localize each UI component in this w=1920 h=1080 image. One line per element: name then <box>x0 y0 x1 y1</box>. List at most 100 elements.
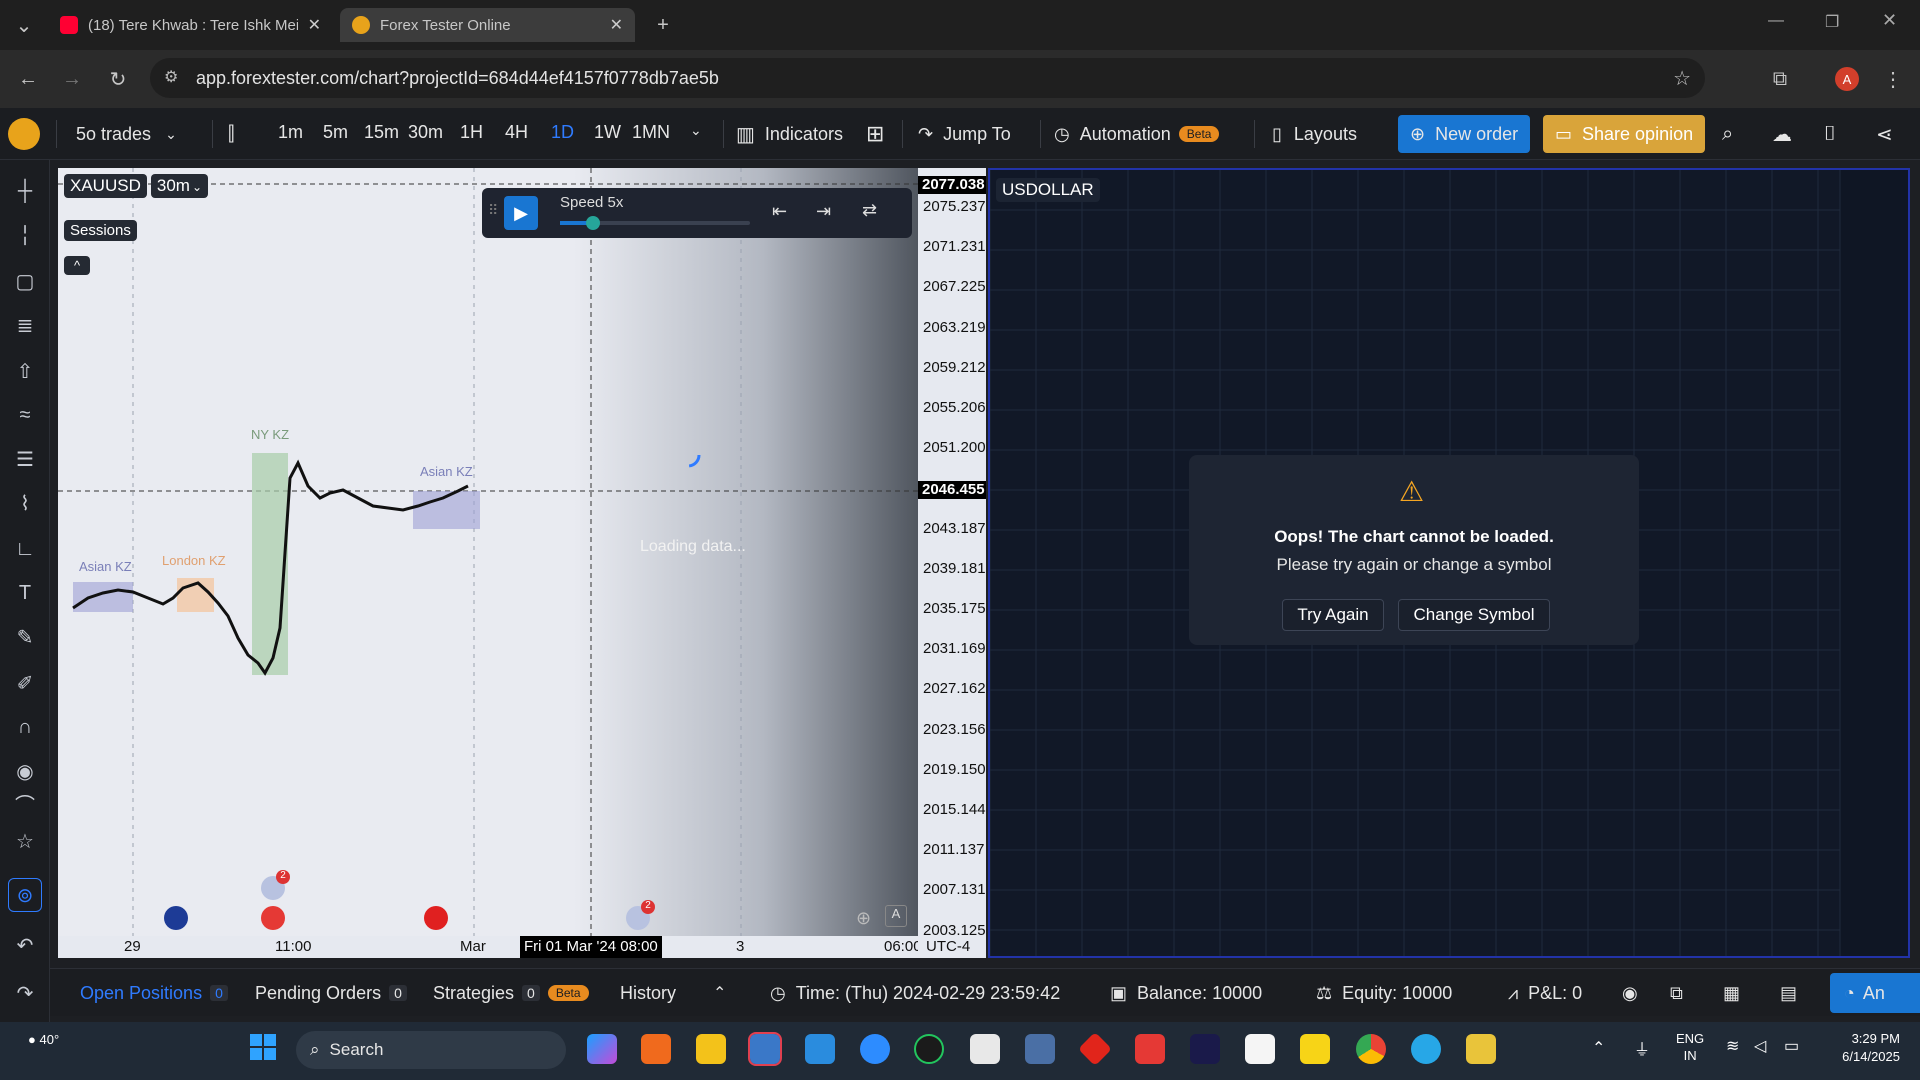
measure-icon[interactable]: ∟ <box>8 532 42 566</box>
tab-pending-orders[interactable]: Pending Orders 0 <box>255 969 407 1017</box>
change-symbol-button[interactable]: Change Symbol <box>1398 599 1550 631</box>
tf-1d[interactable]: 1D <box>551 122 574 143</box>
step-forward-icon[interactable]: ⇥ <box>816 201 831 222</box>
forextester-logo-icon[interactable] <box>8 118 40 150</box>
undo-icon[interactable]: ↶ <box>8 928 42 962</box>
tf-4h[interactable]: 4H <box>505 122 528 143</box>
bookmark-star-icon[interactable]: ☆ <box>1673 66 1691 91</box>
chart-pane-usdollar[interactable]: USDOLLAR ⚠ Oops! The chart cannot be loa… <box>988 168 1910 958</box>
templates-grid-icon[interactable]: ⊞ <box>866 108 884 160</box>
reload-icon[interactable]: ↻ <box>100 61 136 97</box>
sticky-notes-icon[interactable] <box>1300 1034 1330 1064</box>
zoom-icon[interactable] <box>860 1034 890 1064</box>
site-info-icon[interactable]: ⚙ <box>164 67 178 87</box>
tab-youtube[interactable]: (18) Tere Khwab : Tere Ishk Mein ✕ <box>48 8 333 42</box>
tf-5m[interactable]: 5m <box>323 122 348 143</box>
snipping-tool-icon[interactable] <box>970 1034 1000 1064</box>
desktop-app-icon[interactable] <box>1025 1034 1055 1064</box>
tab-forextester[interactable]: Forex Tester Online ✕ <box>340 8 635 42</box>
jump-to-date-icon[interactable]: ⇄ <box>862 200 877 221</box>
volume-icon[interactable]: ◁ <box>1754 1036 1766 1056</box>
symbol-chip[interactable]: USDOLLAR <box>996 178 1100 202</box>
profile-avatar[interactable]: A <box>1835 67 1859 91</box>
analysis-button[interactable]: ◔ An <box>1830 973 1920 1013</box>
try-again-button[interactable]: Try Again <box>1282 599 1384 631</box>
pen-icon[interactable]: ✐ <box>8 666 42 700</box>
windows-start-icon[interactable] <box>250 1034 276 1060</box>
tab-open-positions[interactable]: Open Positions 0 <box>80 969 228 1017</box>
sync-icon[interactable]: ⊚ <box>8 878 42 912</box>
timeframe-more-chevron-icon[interactable]: ⌄ <box>690 122 702 139</box>
chart-type-icon[interactable]: ⫿ <box>228 108 234 160</box>
browser-menu-icon[interactable]: ⋮ <box>1875 61 1911 97</box>
wifi-icon[interactable]: ≋ <box>1726 1036 1739 1056</box>
tray-chevron-icon[interactable]: ⌃ <box>1592 1038 1605 1058</box>
fib-icon[interactable]: ≣ <box>8 308 42 342</box>
close-window-icon[interactable]: ✕ <box>1882 10 1897 31</box>
notion-icon[interactable] <box>1245 1034 1275 1064</box>
git-app-icon[interactable] <box>1078 1032 1112 1066</box>
automation-button[interactable]: ◷ Automation Beta <box>1054 108 1220 160</box>
china-flag-icon[interactable] <box>424 906 448 930</box>
collapse-icon[interactable]: ^ <box>64 256 90 275</box>
new-order-button[interactable]: ⊕ New order <box>1398 115 1531 153</box>
share-icon[interactable]: ⋖ <box>1876 108 1893 160</box>
eu-flag-icon[interactable] <box>164 906 188 930</box>
text-icon[interactable]: T <box>8 576 42 610</box>
timeframe-chip[interactable]: 30m ⌄ <box>150 174 208 198</box>
pattern-icon[interactable]: ≈ <box>8 398 42 432</box>
jump-to-button[interactable]: ↷ Jump To <box>918 108 1011 160</box>
battery-icon[interactable]: ▭ <box>1784 1036 1799 1056</box>
intellij-icon[interactable] <box>1190 1034 1220 1064</box>
microphone-icon[interactable]: ⏚ <box>1634 1036 1650 1060</box>
magnet-icon[interactable]: ∩ <box>8 710 42 744</box>
favorite-star-icon[interactable]: ☆ <box>8 824 42 858</box>
camera-icon[interactable]: ⌷ <box>1824 108 1836 160</box>
time-axis[interactable]: 29 11:00 Mar 3 06:00 Fri 01 Mar '24 08:0… <box>58 936 918 958</box>
share-opinion-button[interactable]: ▭ Share opinion <box>1543 115 1706 153</box>
canada-flag-icon[interactable] <box>261 906 285 930</box>
notes-icon[interactable]: ▤ <box>1780 969 1797 1017</box>
arrow-up-icon[interactable]: ⇧ <box>8 354 42 388</box>
sessions-button[interactable]: Sessions <box>64 220 137 241</box>
project-selector[interactable]: 5o trades ⌄ <box>76 108 177 160</box>
tab-strategies[interactable]: Strategies 0 Beta <box>433 969 589 1017</box>
maximize-icon[interactable]: ❐ <box>1825 12 1839 32</box>
extensions-icon[interactable]: ⧉ <box>1762 61 1798 97</box>
search-icon[interactable]: ⌕ <box>1722 108 1733 160</box>
notepad-icon[interactable] <box>805 1034 835 1064</box>
gallery-app-icon[interactable] <box>1466 1034 1496 1064</box>
lock-icon[interactable]: ⌒ <box>8 786 42 820</box>
copy-icon[interactable]: ⧉ <box>1670 969 1683 1017</box>
headset-app-icon[interactable] <box>914 1034 944 1064</box>
timezone-label[interactable]: UTC-4 <box>918 936 986 958</box>
layouts-button[interactable]: ▯ Layouts <box>1272 108 1357 160</box>
anydesk-icon[interactable] <box>1135 1034 1165 1064</box>
back-icon[interactable]: ← <box>10 61 46 97</box>
clock[interactable]: 3:29 PM 6/14/2025 <box>1820 1030 1900 1066</box>
auto-scale-icon[interactable]: A <box>885 905 907 927</box>
rectangle-icon[interactable]: ▢ <box>8 264 42 298</box>
eye-icon[interactable]: ◉ <box>1622 969 1638 1017</box>
speed-slider-thumb[interactable] <box>586 216 600 230</box>
symbol-chip[interactable]: XAUUSD <box>64 174 147 198</box>
tf-1m[interactable]: 1m <box>278 122 303 143</box>
forward-icon[interactable]: → <box>54 61 90 97</box>
url-field[interactable]: ⚙ app.forextester.com/chart?projectId=68… <box>150 58 1705 98</box>
tf-1mn[interactable]: 1MN <box>632 122 670 143</box>
app-icon[interactable] <box>641 1034 671 1064</box>
chrome-icon[interactable] <box>1356 1034 1386 1064</box>
file-explorer-icon[interactable] <box>696 1034 726 1064</box>
indicators-button[interactable]: ▥ Indicators <box>736 108 843 160</box>
language-indicator[interactable]: ENG IN <box>1676 1030 1704 1064</box>
cloud-icon[interactable]: ☁ <box>1772 108 1792 160</box>
play-button[interactable]: ▶ <box>504 196 538 230</box>
drag-handle-icon[interactable]: ⠿ <box>488 202 498 219</box>
tab-search-chevron-icon[interactable]: ⌄ <box>6 7 42 43</box>
calculator-icon[interactable] <box>748 1032 782 1066</box>
brush-icon[interactable]: ✎ <box>8 620 42 654</box>
redo-icon[interactable]: ↷ <box>8 976 42 1010</box>
tf-15m[interactable]: 15m <box>364 122 399 143</box>
eye-icon[interactable]: ◉ <box>8 754 42 788</box>
polyline-icon[interactable]: ⌇ <box>8 486 42 520</box>
